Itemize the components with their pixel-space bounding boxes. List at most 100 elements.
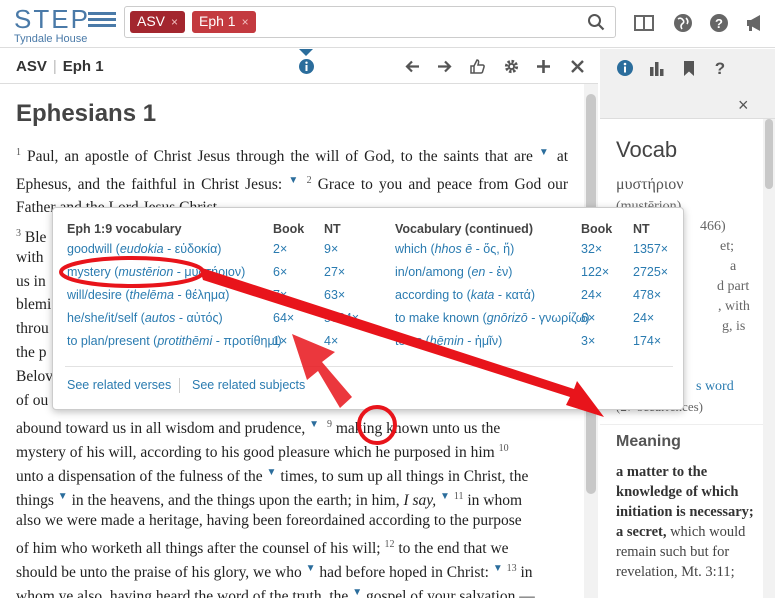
search-chip-asv[interactable]: ASV × [130, 11, 186, 33]
book-count[interactable]: 24× [581, 288, 602, 302]
note-marker-icon[interactable]: ▼ [352, 587, 362, 598]
book-count[interactable]: 3× [581, 334, 595, 348]
nt-count[interactable]: 174× [633, 334, 661, 348]
globe-icon[interactable] [672, 12, 694, 34]
book-count[interactable]: 122× [581, 265, 609, 279]
version-label: ASV [16, 58, 47, 75]
separator: | [52, 58, 57, 75]
bar-chart-icon[interactable] [648, 59, 666, 77]
vocab-row-to-us[interactable]: to us (hēmin - ἡμῖν) [395, 334, 502, 348]
popup-header-book2: Book [581, 222, 613, 236]
vocab-row-will-desire[interactable]: will/desire (thelēma - θέλημα) [67, 288, 229, 302]
logo-text: STEP [14, 4, 90, 34]
popup-header-book: Book [273, 222, 305, 236]
nt-count[interactable]: 2725× [633, 265, 668, 279]
note-marker-icon[interactable]: ▼ [58, 491, 68, 502]
note-marker-icon[interactable]: ▼ [306, 563, 316, 574]
sidebar-scrollbar[interactable] [763, 119, 775, 598]
note-marker-icon[interactable]: ▼ [440, 491, 450, 502]
vocab-link-fragment[interactable]: s word [696, 379, 734, 395]
see-related-subjects-link[interactable]: See related subjects [192, 378, 305, 392]
book-count[interactable]: 1× [273, 334, 287, 348]
nt-count[interactable]: 5624× [324, 311, 359, 325]
popup-header-vocab: Eph 1:9 vocabulary [67, 222, 182, 236]
verse-number[interactable]: 13 [507, 563, 517, 574]
columns-icon[interactable] [633, 12, 655, 34]
gear-icon[interactable] [503, 58, 520, 75]
verse-line: whom ye also, having heard the word of t… [16, 587, 535, 598]
book-count[interactable]: 64× [273, 311, 294, 325]
verse-number[interactable]: 3 [16, 228, 21, 239]
note-marker-icon[interactable]: ▼ [493, 563, 503, 574]
vocab-fragment: g, is [722, 319, 746, 334]
step-logo[interactable]: STEP Tyndale House [14, 4, 116, 45]
popup-header-nt: NT [324, 222, 341, 236]
vocab-fragment: , with [718, 299, 750, 314]
passage-reference[interactable]: ASV | Eph 1 [16, 58, 104, 75]
sidebar-close-icon[interactable]: × [738, 95, 749, 116]
top-bar: STEP Tyndale House ASV × Eph 1 × ? [0, 0, 775, 48]
nt-count[interactable]: 1357× [633, 242, 668, 256]
note-marker-icon[interactable]: ▼ [267, 467, 277, 478]
book-count[interactable]: 6× [581, 311, 595, 325]
chip-label: ASV [137, 13, 166, 29]
svg-text:?: ? [715, 59, 725, 77]
search-icon[interactable] [587, 13, 605, 31]
book-count[interactable]: 6× [273, 265, 287, 279]
verse-number[interactable]: 1 [16, 147, 21, 158]
meaning-heading: Meaning [616, 433, 681, 450]
note-marker-icon[interactable]: ▼ [288, 175, 300, 186]
vocab-row-goodwill[interactable]: goodwill (eudokia - εὐδοκία) [67, 242, 221, 256]
passage-header: ASV | Eph 1 [0, 49, 598, 84]
sidebar-tabs: ? × [600, 49, 775, 119]
verse-number[interactable]: 2 [307, 175, 312, 186]
nt-count[interactable]: 27× [324, 265, 345, 279]
pointer-caret-icon [299, 49, 313, 56]
verse-number-9[interactable]: 9 [327, 419, 332, 430]
chip-remove-icon[interactable]: × [171, 15, 178, 29]
next-arrow-icon[interactable] [436, 58, 453, 75]
bookmark-icon[interactable] [680, 59, 698, 77]
verse-number[interactable]: 11 [454, 491, 464, 502]
book-count[interactable]: 7× [273, 288, 287, 302]
info-tab-icon[interactable] [616, 59, 634, 77]
close-icon[interactable] [569, 58, 586, 75]
nt-count[interactable]: 63× [324, 288, 345, 302]
note-marker-icon[interactable]: ▼ [309, 419, 319, 430]
logo-lines-icon [88, 12, 116, 30]
previous-arrow-icon[interactable] [404, 58, 421, 75]
info-icon[interactable] [298, 58, 315, 75]
vocab-row-to-plan[interactable]: to plan/present (protithēmi - προτίθημι) [67, 334, 282, 348]
vocab-row-according-to[interactable]: according to (kata - κατά) [395, 288, 535, 302]
search-box[interactable]: ASV × Eph 1 × [124, 6, 616, 38]
nt-count[interactable]: 24× [633, 311, 654, 325]
popup-header-nt2: NT [633, 222, 650, 236]
scrollbar-thumb[interactable] [765, 119, 773, 189]
nt-count[interactable]: 478× [633, 288, 661, 302]
chip-remove-icon[interactable]: × [242, 15, 249, 29]
add-icon[interactable] [535, 58, 552, 75]
search-chip-eph[interactable]: Eph 1 × [192, 11, 256, 33]
book-count[interactable]: 32× [581, 242, 602, 256]
passage-label: Eph 1 [62, 58, 104, 75]
vocabulary-popup: Eph 1:9 vocabulary Book NT Vocabulary (c… [52, 207, 684, 410]
vocab-row-which[interactable]: which (hhos ē - ὅς, ἥ) [395, 242, 514, 256]
see-related-verses-link[interactable]: See related verses [67, 378, 171, 392]
popup-header-vocab-cont: Vocabulary (continued) [395, 222, 533, 236]
vocab-row-mystery[interactable]: mystery (mustērion - μυστήριον) [67, 265, 245, 279]
nt-count[interactable]: 4× [324, 334, 338, 348]
help-icon[interactable]: ? [708, 12, 730, 34]
vocab-row-in-on-among[interactable]: in/on/among (en - ἐν) [395, 265, 512, 279]
verse-number[interactable]: 10 [499, 443, 509, 454]
vocab-greek-word: μυστήριον [616, 176, 684, 193]
vocab-strong-fragment: 466) [700, 219, 726, 234]
book-count[interactable]: 2× [273, 242, 287, 256]
note-marker-icon[interactable]: ▼ [539, 147, 551, 158]
verse-number[interactable]: 12 [385, 539, 395, 550]
vocab-row-he-she-it[interactable]: he/she/it/self (autos - αὐτός) [67, 311, 223, 325]
vocab-row-to-make-known[interactable]: to make known (gnōrizō - γνωρίζω) [395, 311, 590, 325]
megaphone-icon[interactable] [744, 12, 766, 34]
thumbs-up-icon[interactable] [469, 58, 486, 75]
help-question-icon[interactable]: ? [711, 59, 729, 77]
nt-count[interactable]: 9× [324, 242, 338, 256]
